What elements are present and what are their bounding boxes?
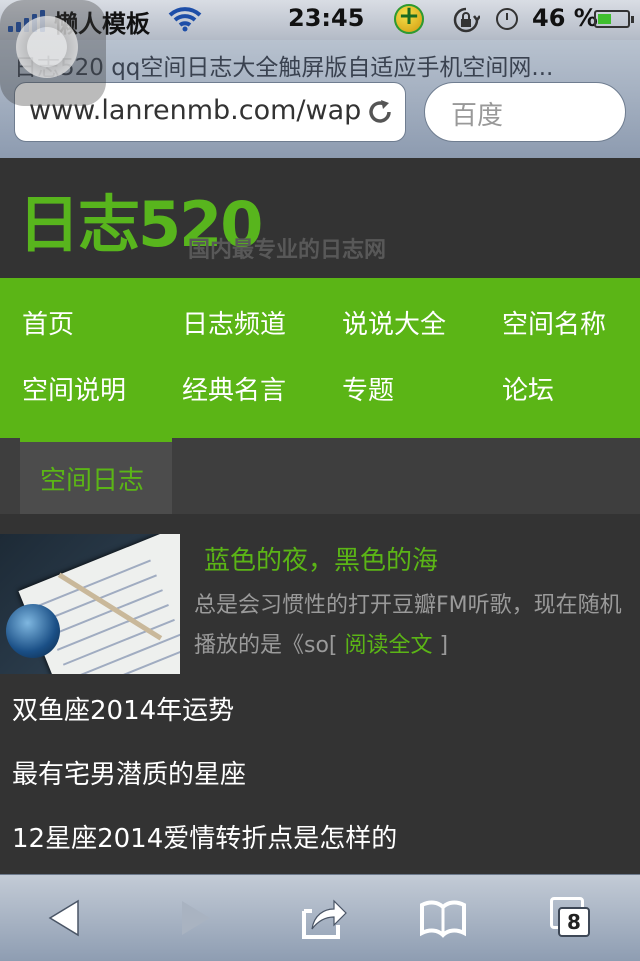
article-content: 蓝色的夜，黑色的海 总是会习惯性的打开豆瓣FM听歌，现在随机播放的是《so[ 阅… [0,514,640,874]
read-more-link[interactable]: 阅读全文 [345,633,433,658]
site-header: 日志520 国内最专业的日志网 [0,158,640,278]
wifi-icon [168,7,202,32]
nav-item-home[interactable]: 首页 [22,304,74,341]
nav-item-forum[interactable]: 论坛 [502,370,554,407]
article-link[interactable]: 12星座2014爱情转折点是怎样的 [12,818,397,855]
tabs-count: 8 [558,907,590,937]
clock-time: 23:45 [288,4,365,32]
nav-item-shuoshuo[interactable]: 说说大全 [342,304,446,341]
alarm-clock-icon [496,8,518,30]
battery-percent: 46 % [532,4,598,32]
nav-item-topics[interactable]: 专题 [342,370,394,407]
tab-space-diary[interactable]: 空间日志 [20,438,172,514]
share-icon[interactable] [298,893,348,943]
tab-label: 空间日志 [40,466,145,496]
bookmarks-icon[interactable] [418,893,468,943]
article-link[interactable]: 最有宅男潜质的星座 [12,754,246,791]
nav-item-quotes[interactable]: 经典名言 [182,370,286,407]
rotation-lock-icon [453,7,480,33]
thumbnail-ink-bottle [6,604,60,658]
security-app-icon [394,1,424,34]
assistive-touch-icon[interactable] [0,0,106,106]
site-tagline: 国内最专业的日志网 [188,238,387,263]
forward-arrow-icon[interactable] [168,893,218,943]
battery-fill [598,14,611,24]
main-nav: 首页 日志频道 说说大全 空间名称 空间说明 经典名言 专题 论坛 [0,278,640,438]
article-link[interactable]: 双鱼座2014年运势 [12,690,234,727]
search-placeholder: 百度 [451,101,504,131]
post-thumbnail[interactable] [0,534,180,674]
nav-item-space-names[interactable]: 空间名称 [502,304,606,341]
battery-icon [594,10,634,28]
browser-toolbar: 8 [0,874,640,961]
back-arrow-icon[interactable] [42,893,92,943]
tabs-icon[interactable]: 8 [548,893,598,943]
featured-post-excerpt: 总是会习惯性的打开豆瓣FM听歌，现在随机播放的是《so[ 阅读全文 ] [194,586,640,666]
section-tab-bar: 空间日志 [0,438,640,514]
search-field[interactable]: 百度 [424,82,626,142]
nav-item-diary-channel[interactable]: 日志频道 [182,304,286,341]
excerpt-close-bracket: ] [439,633,449,658]
nav-item-space-notes[interactable]: 空间说明 [22,370,126,407]
featured-post-title[interactable]: 蓝色的夜，黑色的海 [204,540,438,577]
reload-icon[interactable] [365,97,395,127]
